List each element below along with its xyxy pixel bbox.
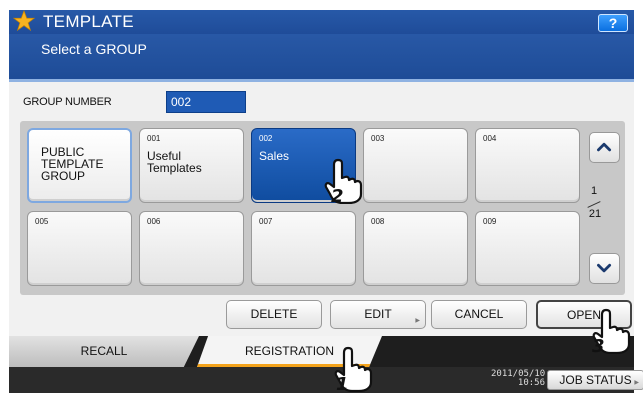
- star-icon: [13, 10, 35, 32]
- chevron-down-icon: [597, 263, 612, 273]
- group-grid: PUBLIC TEMPLATE GROUP 001 Useful Templat…: [20, 121, 625, 295]
- edit-button-label: EDIT: [364, 307, 392, 321]
- header: TEMPLATE Select a GROUP ?: [9, 10, 634, 82]
- group-tile-name: Useful Templates: [147, 149, 202, 175]
- group-tile-number: 004: [483, 134, 497, 143]
- delete-button-label: DELETE: [250, 307, 298, 321]
- group-tile-009[interactable]: 009: [475, 211, 580, 286]
- page-subtitle: Select a GROUP: [41, 41, 147, 57]
- group-tile-number: 007: [259, 217, 273, 226]
- status-time: 10:56: [517, 378, 545, 388]
- group-tile-003[interactable]: 003: [363, 128, 468, 203]
- group-tile-name: PUBLIC TEMPLATE GROUP: [41, 145, 104, 183]
- group-tile-number: 003: [371, 134, 385, 143]
- group-number-label: GROUP NUMBER: [23, 96, 112, 108]
- tab-recall[interactable]: RECALL: [9, 336, 199, 367]
- group-tile-007[interactable]: 007: [251, 211, 356, 286]
- scroll-up-button[interactable]: [589, 132, 620, 163]
- screen: TEMPLATE Select a GROUP ? GROUP NUMBER 0…: [0, 0, 643, 393]
- help-button[interactable]: ?: [598, 14, 628, 32]
- arrow-right-icon: ▶: [634, 380, 639, 386]
- group-tile-004[interactable]: 004: [475, 128, 580, 203]
- callout-number: 2: [331, 186, 344, 204]
- status-bar: 2011/05/10 10:56 JOB STATUS ▶: [9, 367, 643, 393]
- job-status-label: JOB STATUS: [559, 373, 632, 387]
- group-tile-005[interactable]: 005: [27, 211, 132, 286]
- group-tile-number: 006: [147, 217, 161, 226]
- scroll-down-button[interactable]: [589, 253, 620, 284]
- cancel-button-label: CANCEL: [454, 307, 504, 321]
- hand-pointer-icon: 2: [324, 158, 363, 204]
- group-tile-public[interactable]: PUBLIC TEMPLATE GROUP: [27, 128, 132, 203]
- tab-bar: RECALL REGISTRATION: [9, 336, 634, 367]
- callout-number: 3: [592, 336, 605, 354]
- group-tile-008[interactable]: 008: [363, 211, 468, 286]
- main-panel: GROUP NUMBER 002 PUBLIC TEMPLATE GROUP 0…: [9, 82, 634, 336]
- arrow-right-icon: ▶: [415, 318, 420, 324]
- status-datetime: 2011/05/10 10:56: [491, 370, 545, 388]
- delete-button[interactable]: DELETE: [226, 300, 322, 329]
- edit-button[interactable]: EDIT ▶: [330, 300, 426, 329]
- group-tile-number: 002: [259, 134, 273, 143]
- group-tile-001[interactable]: 001 Useful Templates: [139, 128, 244, 203]
- job-status-button[interactable]: JOB STATUS ▶: [547, 370, 643, 390]
- group-tile-006[interactable]: 006: [139, 211, 244, 286]
- chevron-up-icon: [597, 142, 612, 152]
- group-tile-number: 005: [35, 217, 49, 226]
- group-tile-number: 001: [147, 134, 161, 143]
- page-title: TEMPLATE: [43, 12, 134, 31]
- group-tile-name: Sales: [259, 149, 290, 163]
- group-tile-number: 009: [483, 217, 497, 226]
- page-current: 1: [590, 185, 598, 197]
- cancel-button[interactable]: CANCEL: [431, 300, 527, 329]
- callout-number: 1: [336, 374, 349, 392]
- group-number-field[interactable]: 002: [166, 91, 246, 113]
- tab-registration-label: REGISTRATION: [244, 344, 335, 358]
- hand-pointer-icon: 3: [592, 308, 631, 354]
- hand-pointer-icon: 1: [334, 346, 373, 392]
- tab-recall-label: RECALL: [80, 344, 128, 358]
- page-total: 21: [588, 208, 602, 220]
- group-tile-number: 008: [371, 217, 385, 226]
